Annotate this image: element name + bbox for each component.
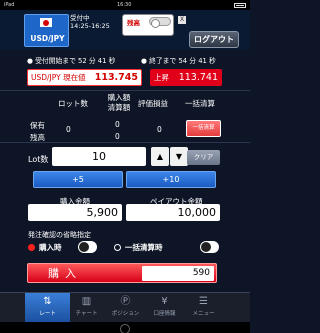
battery-icon — [234, 2, 246, 8]
direction-price-box: 上昇 113.741 — [150, 69, 222, 86]
radio-selected-icon[interactable] — [28, 244, 35, 251]
buy-button[interactable]: 購入 590 — [27, 263, 217, 283]
plus-5-button[interactable]: +5 — [33, 171, 123, 188]
lot-label: Lot数 — [28, 155, 49, 164]
plus-10-button[interactable]: +10 — [126, 171, 216, 188]
bulk-settle-switch[interactable] — [200, 241, 219, 253]
buy-amount-header: 購入額 — [107, 93, 131, 102]
lot-quantity-input[interactable]: 10 — [52, 147, 146, 166]
buy-time-label: 購入時 — [39, 243, 62, 252]
close-icon[interactable]: X — [178, 16, 186, 24]
currency-pair-selector[interactable]: USD/JPY — [24, 14, 69, 47]
tab-bar: ⇅ レート ▥ チャート Ⓟ ポジション ¥ 口座情報 ☰ メニュー — [0, 292, 250, 323]
lots-header: ロット数 — [58, 99, 88, 108]
start-countdown: ● 受付開始まで 52 分 41 秒 — [27, 57, 116, 65]
currency-pair-label: USD/JPY — [30, 34, 65, 43]
settle-value: 0 — [115, 132, 120, 141]
pl-header: 評価損益 — [138, 99, 168, 108]
buy-price-value: 590 — [142, 266, 214, 281]
confirm-skip-title: 発注確認の省略指定 — [28, 231, 91, 239]
current-price-label: USD/JPY 現在値 — [31, 73, 86, 82]
home-indicator — [0, 322, 250, 333]
buy-button-label: 購入 — [48, 267, 82, 280]
tab-menu[interactable]: ☰ メニュー — [181, 293, 226, 323]
current-price-value: 113.745 — [94, 72, 138, 83]
bulk-settle-time-label: 一括清算時 — [125, 243, 163, 252]
balance-switch[interactable] — [149, 17, 171, 28]
direction-price-value: 113.741 — [178, 72, 218, 83]
session-status: 受付中 — [70, 14, 90, 22]
bulk-header: 一括清算 — [185, 99, 215, 108]
status-bar: iPad 16:30 — [0, 0, 250, 10]
japan-flag-icon — [40, 18, 52, 27]
buy-amount-value: 5,900 — [28, 204, 122, 221]
menu-icon: ☰ — [199, 296, 208, 307]
buy-value: 0 — [115, 120, 120, 129]
current-price-box: USD/JPY 現在値 113.745 — [27, 69, 142, 86]
logout-button[interactable]: ログアウト — [189, 31, 239, 48]
session-info: 受付中 14:25-16:25 — [70, 14, 110, 30]
tab-menu-label: メニュー — [192, 311, 215, 317]
clear-button[interactable]: クリア — [187, 150, 220, 165]
divider — [0, 90, 250, 91]
settle-amount-header: 清算額 — [107, 103, 131, 112]
radio-unselected-icon[interactable] — [114, 244, 121, 251]
pl-value: 0 — [157, 125, 162, 134]
session-hours: 14:25-16:25 — [70, 22, 110, 30]
holding-label: 保有 — [30, 121, 45, 130]
balance-toggle[interactable]: 残高 — [122, 14, 174, 36]
device-label: iPad — [4, 2, 15, 8]
status-right — [234, 2, 246, 8]
balance-toggle-label: 残高 — [127, 19, 140, 27]
bulk-settle-button[interactable]: 一括清算 — [186, 120, 221, 137]
end-countdown: ● 終了まで 54 分 41 秒 — [141, 57, 216, 65]
direction-label: 上昇 — [154, 73, 169, 82]
buy-settle-header: 購入額 清算額 — [99, 93, 139, 113]
lot-down-button[interactable]: ▼ — [170, 147, 188, 166]
divider — [0, 142, 250, 143]
lot-up-button[interactable]: ▲ — [151, 147, 169, 166]
payout-amount-value: 10,000 — [126, 204, 220, 221]
clock: 16:30 — [117, 2, 132, 8]
buy-time-switch[interactable] — [78, 241, 97, 253]
lots-value: 0 — [66, 125, 71, 134]
